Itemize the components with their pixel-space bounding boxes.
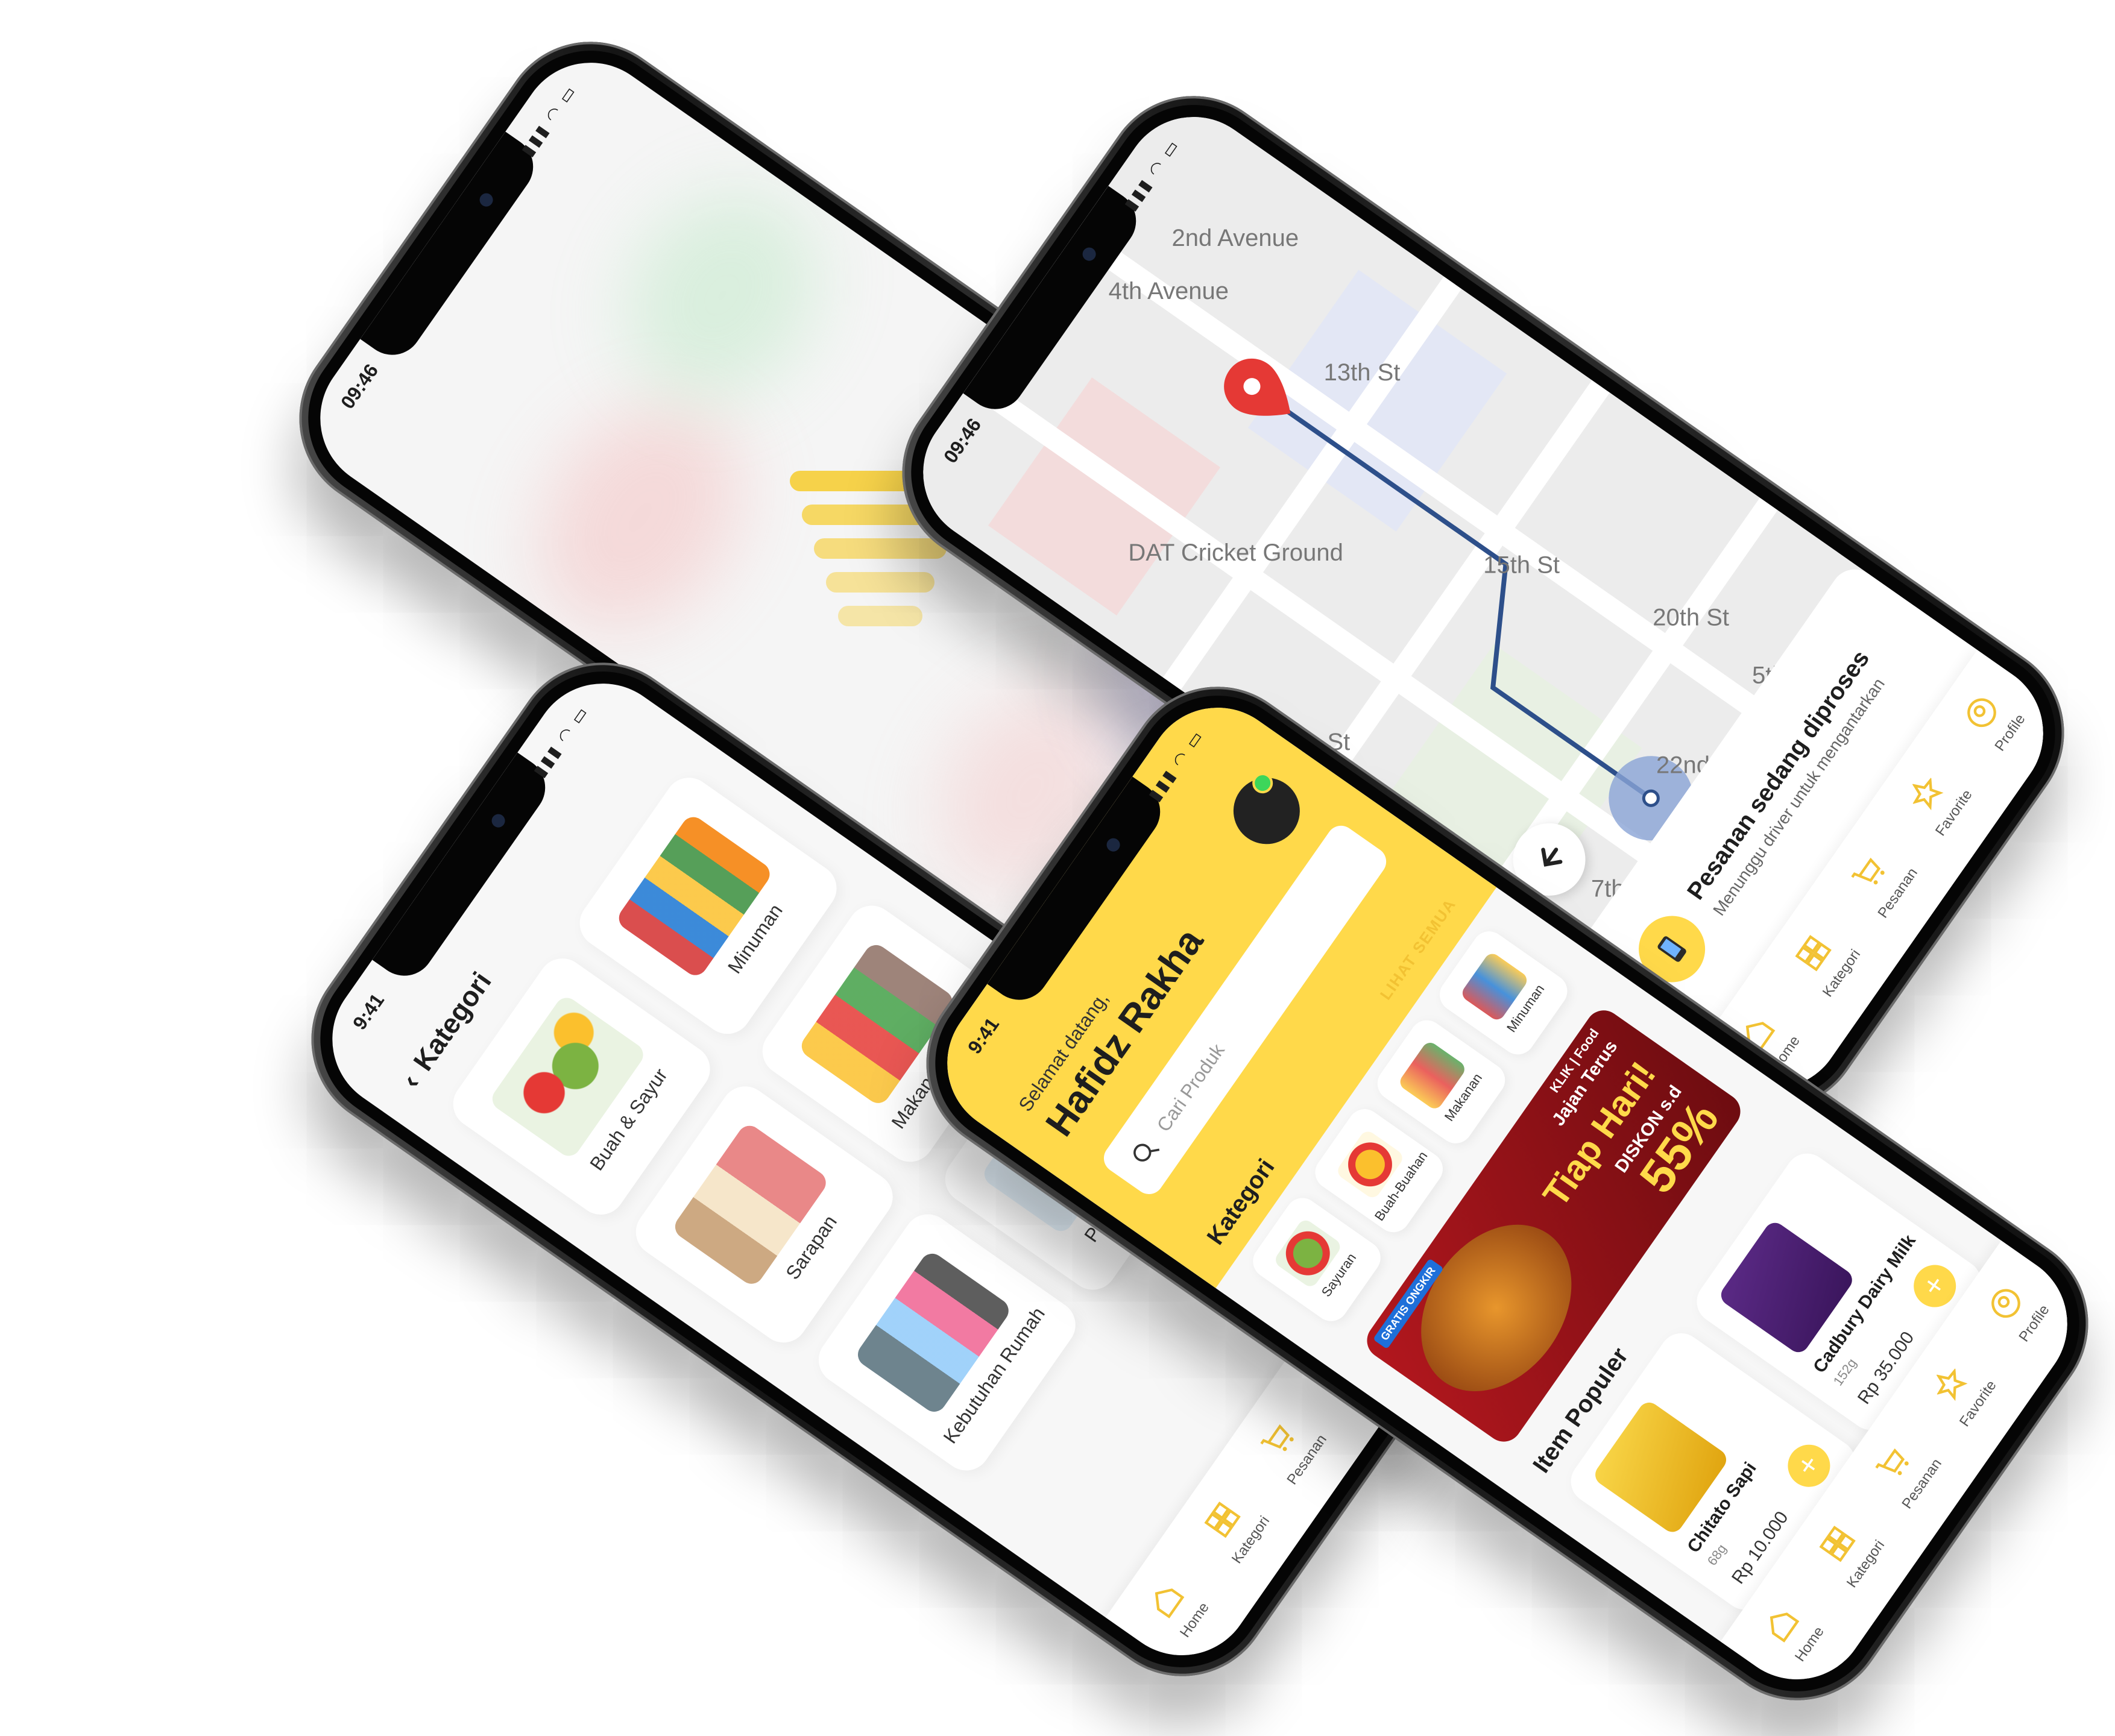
tab-home[interactable]: Home	[1128, 1557, 1225, 1657]
arrow-left-icon	[1541, 848, 1563, 867]
tab-pesanan[interactable]: Pesanan	[1240, 1397, 1337, 1497]
status-time: 9:41	[348, 989, 389, 1034]
road-label: 2nd Avenue	[1171, 225, 1299, 252]
tab-profile[interactable]: Profile	[1967, 1260, 2064, 1360]
tab-kategori[interactable]: Kategori	[1184, 1477, 1281, 1577]
tab-pesanan[interactable]: Pesanan	[1855, 1421, 1952, 1521]
road-label: 15th St	[1483, 552, 1560, 579]
status-time: 09:46	[336, 360, 383, 413]
tab-pesanan[interactable]: Pesanan	[1831, 830, 1927, 930]
tab-kategori[interactable]: Kategori	[1775, 910, 1871, 1010]
tab-home[interactable]: Home	[1743, 1581, 1839, 1681]
tab-profile[interactable]: Profile	[1943, 670, 2040, 770]
road-label: 20th St	[1653, 604, 1730, 631]
status-bar: 09:46 ▮▮▮ ◠ ▭	[305, 44, 606, 459]
tab-favorite[interactable]: Favorite	[1887, 750, 1984, 850]
chevron-left-icon[interactable]: ‹	[394, 1068, 426, 1095]
road-label: 13th St	[1323, 359, 1401, 386]
signal-icon: ▮▮▮ ◠ ▭	[529, 702, 593, 781]
signal-icon: ▮▮▮ ◠ ▭	[517, 81, 581, 160]
tab-favorite[interactable]: Favorite	[1911, 1341, 2008, 1441]
food-image	[1390, 1195, 1603, 1420]
road-label: DAT Cricket Ground	[1128, 539, 1343, 566]
tab-kategori[interactable]: Kategori	[1799, 1501, 1896, 1601]
road-label: 4th Avenue	[1108, 278, 1229, 305]
search-icon	[1133, 1143, 1160, 1162]
